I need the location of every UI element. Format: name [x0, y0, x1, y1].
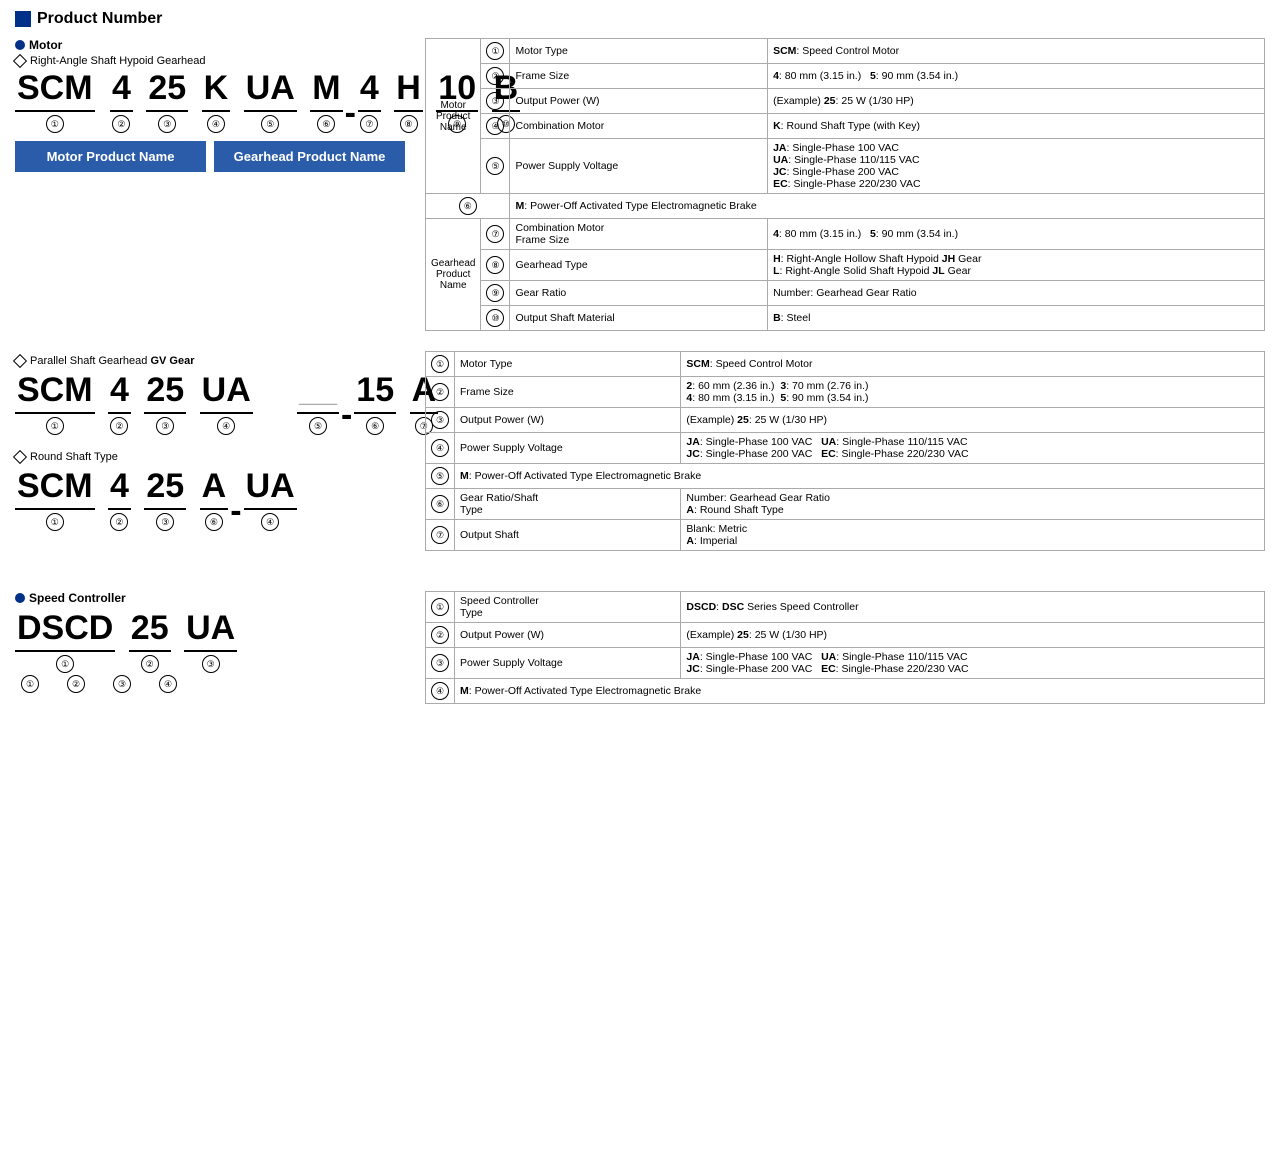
- table-row: ⑥ Gear Ratio/ShaftType Number: Gearhead …: [426, 489, 1265, 520]
- speed-bullet-dot: [15, 593, 25, 603]
- speed-controller-section: Speed Controller DSCD ① 25 ②: [15, 591, 1265, 704]
- gearhead-product-name-box: Gearhead Product Name: [214, 141, 405, 172]
- motor-product-name-box: Motor Product Name: [15, 141, 206, 172]
- blue-square-icon: [15, 11, 31, 27]
- table-row: ① Motor Type SCM: Speed Control Motor: [426, 352, 1265, 377]
- motor-bullet-dot: [15, 40, 25, 50]
- table-row: ① Speed ControllerType DSCD: DSC Series …: [426, 592, 1265, 623]
- code-25: 25 ③: [146, 69, 188, 133]
- code-m: M ⑥: [310, 69, 342, 133]
- table-row: ⑤ M: Power-Off Activated Type Electromag…: [426, 464, 1265, 489]
- round-diamond-label: Round Shaft Type: [15, 451, 405, 463]
- table-row: ⑤ Power Supply Voltage JA: Single-Phase …: [426, 139, 1265, 194]
- parallel-table: ① Motor Type SCM: Speed Control Motor ② …: [425, 351, 1265, 551]
- table-row: ② Output Power (W) (Example) 25: 25 W (1…: [426, 623, 1265, 648]
- hypoid-table: Motor Product Name ① Motor Type SCM: Spe…: [425, 38, 1265, 331]
- table-row: ⑥ M: Power-Off Activated Type Electromag…: [426, 194, 1265, 219]
- diamond-icon: [13, 54, 27, 68]
- table-row: ③ Output Power (W) (Example) 25: 25 W (1…: [426, 89, 1265, 114]
- speed-circle-row: ① ② ③ ④: [21, 675, 405, 693]
- label-boxes: Motor Product Name Gearhead Product Name: [15, 141, 405, 172]
- motor-section: Motor Right-Angle Shaft Hypoid Gearhead …: [15, 38, 1265, 331]
- table-row: ④ Power Supply Voltage JA: Single-Phase …: [426, 433, 1265, 464]
- parallel-code-line: SCM ① 4 ② 25 ③: [15, 371, 405, 435]
- speed-left-col: Speed Controller DSCD ① 25 ②: [15, 591, 405, 693]
- motor-left-col: Motor Right-Angle Shaft Hypoid Gearhead …: [15, 38, 405, 176]
- code-k: K ④: [202, 69, 231, 133]
- table-row: ④ M: Power-Off Activated Type Electromag…: [426, 679, 1265, 704]
- table-row: ⑨ Gear Ratio Number: Gearhead Gear Ratio: [426, 281, 1265, 306]
- section-title-text: Product Number: [37, 10, 162, 28]
- code-4: 4 ②: [110, 69, 133, 133]
- parallel-right-tables: ① Motor Type SCM: Speed Control Motor ② …: [425, 351, 1265, 571]
- motor-bullet-label: Motor: [15, 38, 405, 52]
- code-scm: SCM ①: [15, 69, 95, 133]
- hypoid-code-line: SCM ① 4 ② 25: [15, 69, 405, 133]
- table-row: ③ Output Power (W) (Example) 25: 25 W (1…: [426, 408, 1265, 433]
- parallel-left-col: Parallel Shaft Gearhead GV Gear SCM ① 4 …: [15, 351, 405, 531]
- page-content: Product Number Motor Right-Angle Shaft H…: [15, 10, 1265, 704]
- table-row: ③ Power Supply Voltage JA: Single-Phase …: [426, 648, 1265, 679]
- hypoid-diamond-label: Right-Angle Shaft Hypoid Gearhead: [15, 55, 405, 67]
- parallel-diamond-icon: [13, 354, 27, 368]
- gearhead-product-name-group: Gearhead Product Name: [426, 219, 481, 331]
- round-code-line: SCM ① 4 ② 25 ③: [15, 467, 405, 531]
- parallel-section: Parallel Shaft Gearhead GV Gear SCM ① 4 …: [15, 351, 1265, 571]
- speed-bullet-label: Speed Controller: [15, 591, 405, 605]
- speed-right-table: ① Speed ControllerType DSCD: DSC Series …: [425, 591, 1265, 704]
- hypoid-right-table: Motor Product Name ① Motor Type SCM: Spe…: [425, 38, 1265, 331]
- speed-code-line: DSCD ① 25 ② UA ③: [15, 609, 405, 673]
- motor-product-name-group: Motor Product Name: [426, 39, 481, 194]
- table-row: ④ Combination Motor K: Round Shaft Type …: [426, 114, 1265, 139]
- table-row: ② Frame Size 4: 80 mm (3.15 in.) 5: 90 m…: [426, 64, 1265, 89]
- round-diamond-icon: [13, 450, 27, 464]
- table-row: Motor Product Name ① Motor Type SCM: Spe…: [426, 39, 1265, 64]
- table-row: ⑦ Output Shaft Blank: MetricA: Imperial: [426, 520, 1265, 551]
- parallel-diamond-label: Parallel Shaft Gearhead GV Gear: [15, 355, 405, 367]
- table-row: ⑩ Output Shaft Material B: Steel: [426, 306, 1265, 331]
- table-row: Gearhead Product Name ⑦ Combination Moto…: [426, 219, 1265, 250]
- code-ua: UA ⑤: [244, 69, 297, 133]
- speed-table: ① Speed ControllerType DSCD: DSC Series …: [425, 591, 1265, 704]
- table-row: ② Frame Size 2: 60 mm (2.36 in.) 3: 70 m…: [426, 377, 1265, 408]
- table-row: ⑧ Gearhead Type H: Right-Angle Hollow Sh…: [426, 250, 1265, 281]
- code-h: H ⑧: [394, 69, 423, 133]
- code-4g: 4 ⑦: [358, 69, 381, 133]
- section-title: Product Number: [15, 10, 1265, 28]
